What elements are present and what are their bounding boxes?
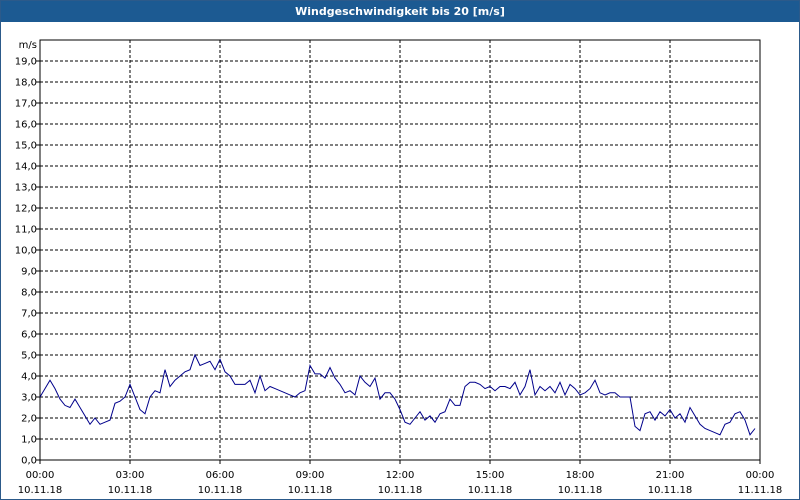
y-tick-label: 1,0 <box>21 435 37 446</box>
y-tick-label: 18,0 <box>15 78 37 89</box>
y-tick-label: 11,0 <box>15 225 37 236</box>
y-tick-label: 16,0 <box>15 120 37 131</box>
wind-speed-series-line <box>39 353 756 436</box>
x-tick-time-label: 00:00 <box>26 470 55 481</box>
x-tick-date-label: 10.11.18 <box>648 485 693 496</box>
y-tick-label: 15,0 <box>15 141 37 152</box>
y-tick-label: 19,0 <box>15 57 37 68</box>
x-tick-date-label: 10.11.18 <box>378 485 423 496</box>
x-tick-date-label: 11.11.18 <box>738 485 783 496</box>
x-tick-date-label: 10.11.18 <box>558 485 603 496</box>
y-tick-label: 17,0 <box>15 99 37 110</box>
x-tick-time-label: 21:00 <box>656 470 685 481</box>
y-tick-label: 8,0 <box>21 288 37 299</box>
x-tick-time-label: 00:00 <box>746 470 775 481</box>
y-tick-label: 9,0 <box>21 267 37 278</box>
x-tick-time-label: 09:00 <box>296 470 325 481</box>
series-layer <box>39 353 756 436</box>
x-tick-date-label: 10.11.18 <box>468 485 513 496</box>
x-tick-time-label: 15:00 <box>476 470 505 481</box>
x-tick-time-label: 03:00 <box>116 470 145 481</box>
y-tick-label: 2,0 <box>21 414 37 425</box>
y-tick-label: 13,0 <box>15 183 37 194</box>
x-tick-time-label: 12:00 <box>386 470 415 481</box>
wind-speed-chart: 0,0 1,0 2,0 3,0 4,0 5,0 6,0 7,0 8,0 9,0 10,0 11,0 12… <box>15 39 783 496</box>
grid <box>40 40 760 460</box>
x-tick-date-label: 10.11.18 <box>198 485 243 496</box>
y-tick-label: 4,0 <box>21 372 37 383</box>
y-tick-label: 10,0 <box>15 246 37 257</box>
y-axis-label: m/s <box>19 40 37 51</box>
x-tick-time-label: 18:00 <box>566 470 595 481</box>
y-tick-label: 7,0 <box>21 309 37 320</box>
y-tick-label: 3,0 <box>21 393 37 404</box>
x-tick-date-label: 10.11.18 <box>18 485 63 496</box>
y-tick-label: 12,0 <box>15 204 37 215</box>
x-tick-time-label: 06:00 <box>206 470 235 481</box>
x-tick-date-label: 10.11.18 <box>108 485 153 496</box>
x-tick-date-label: 10.11.18 <box>288 485 333 496</box>
y-tick-label: 0,0 <box>21 456 37 467</box>
y-axis: 0,0 1,0 2,0 3,0 4,0 5,0 6,0 7,0 8,0 9,0 10,0 11,0 12… <box>15 57 40 467</box>
y-tick-label: 5,0 <box>21 351 37 362</box>
y-tick-label: 14,0 <box>15 162 37 173</box>
x-axis: 00:00 10.11.18 03:00 10.11.18 06:00 10.11.18 0… <box>18 460 783 496</box>
y-tick-label: 6,0 <box>21 330 37 341</box>
